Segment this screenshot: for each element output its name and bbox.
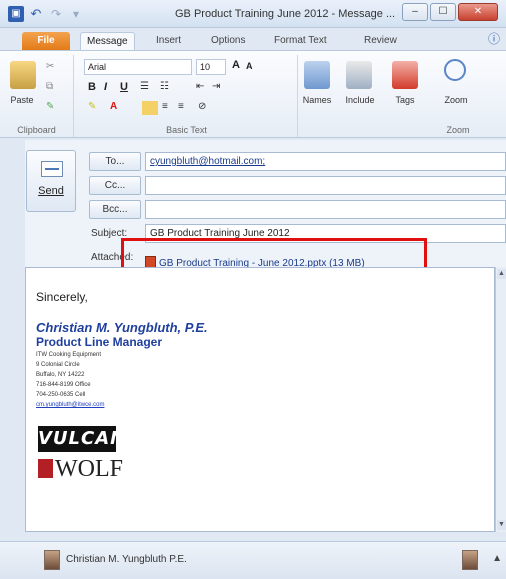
signature-address-2: Buffalo, NY 14222	[36, 372, 85, 378]
send-envelope-icon	[41, 161, 63, 177]
people-pane-name[interactable]: Christian M. Yungbluth P.E.	[66, 554, 187, 565]
paste-label[interactable]: Paste	[4, 95, 40, 105]
font-combo[interactable]: Arial	[84, 59, 192, 75]
outdent-icon[interactable]: ⇥	[212, 81, 220, 92]
avatar[interactable]	[44, 550, 60, 570]
signature-company: ITW Cooking Equipment	[36, 352, 102, 358]
numbering-icon[interactable]: ☷	[160, 81, 169, 92]
signature-name: Christian M. Yungbluth, P.E.	[36, 320, 208, 335]
tab-review[interactable]: Review	[358, 32, 403, 50]
signature-email-link[interactable]: cm.yungbluth@itwce.com	[36, 402, 104, 408]
avatar-right[interactable]	[462, 550, 478, 570]
signature-office-phone: 716-844-8199 Office	[36, 382, 91, 388]
ribbon-tabs: File Message Insert Options Format Text …	[0, 28, 506, 50]
bcc-field[interactable]	[145, 200, 506, 219]
vertical-scrollbar[interactable]: ▲ ▼	[495, 267, 506, 532]
tab-format-text[interactable]: Format Text	[268, 32, 333, 50]
cc-field[interactable]	[145, 176, 506, 195]
font-color-icon[interactable]: A	[110, 101, 117, 112]
minimize-button[interactable]: –	[402, 3, 428, 21]
clipboard-group-label: Clipboard	[17, 125, 56, 135]
align-right-icon[interactable]: ≡	[178, 101, 184, 112]
scroll-down-arrow-icon[interactable]: ▼	[497, 520, 506, 530]
wolf-logo-text: WOLF	[55, 456, 123, 482]
include-icon[interactable]	[346, 61, 372, 89]
help-icon[interactable]: ⓘ	[488, 30, 500, 47]
align-left-icon[interactable]	[142, 101, 158, 115]
tags-button[interactable]: Tags	[388, 95, 422, 105]
send-label: Send	[38, 185, 64, 197]
tags-flag-icon[interactable]	[392, 61, 418, 89]
maximize-button[interactable]: ☐	[430, 3, 456, 21]
window-controls: – ☐ ✕	[402, 3, 498, 21]
bcc-button[interactable]: Bcc...	[89, 200, 141, 219]
names-button[interactable]: Names	[300, 95, 334, 105]
to-field[interactable]: cyungbluth@hotmail.com;	[145, 152, 506, 171]
tab-file[interactable]: File	[22, 32, 70, 50]
cc-button[interactable]: Cc...	[89, 176, 141, 195]
grow-font-button[interactable]: A	[232, 59, 240, 71]
indent-icon[interactable]: ⇤	[196, 81, 204, 92]
align-center-icon[interactable]: ≡	[162, 101, 168, 112]
paste-icon[interactable]	[10, 61, 36, 89]
cut-icon[interactable]: ✂	[46, 61, 54, 72]
vulcan-logo: VULCAN	[38, 426, 125, 452]
people-pane: Christian M. Yungbluth P.E. ▲	[0, 541, 506, 579]
italic-button[interactable]: I	[104, 81, 107, 93]
greeting-text: Sincerely,	[36, 290, 88, 304]
bullets-icon[interactable]: ☰	[140, 81, 149, 92]
signature-cell-phone: 704-250-0635 Cell	[36, 392, 86, 398]
quick-access-toolbar: ▣ ↶ ↷ ▾	[8, 6, 84, 22]
signature-address-1: 9 Colonial Circle	[36, 362, 80, 368]
signature-title: Product Line Manager	[36, 335, 163, 349]
font-size-combo[interactable]: 10	[196, 59, 226, 75]
names-include-tags-group: Names Include Tags	[300, 55, 434, 137]
save-icon[interactable]: ▣	[8, 6, 24, 22]
bold-button[interactable]: B	[88, 81, 96, 93]
include-button[interactable]: Include	[340, 95, 380, 105]
message-body[interactable]: Sincerely, Christian M. Yungbluth, P.E. …	[25, 267, 495, 532]
send-button[interactable]: Send	[26, 150, 76, 212]
tab-options[interactable]: Options	[205, 32, 251, 50]
wolf-mark-icon	[38, 459, 53, 478]
scroll-up-arrow-icon[interactable]: ▲	[497, 269, 506, 279]
underline-button[interactable]: U	[120, 81, 128, 93]
shrink-font-button[interactable]: A	[246, 61, 253, 71]
tab-message[interactable]: Message	[80, 32, 135, 50]
close-button[interactable]: ✕	[458, 3, 498, 21]
redo-icon[interactable]: ↷	[48, 6, 64, 22]
people-pane-toggle-icon[interactable]: ▲	[492, 553, 502, 564]
window-title: GB Product Training June 2012 - Message …	[175, 8, 396, 20]
zoom-magnifier-icon[interactable]	[444, 59, 466, 81]
clear-formatting-icon[interactable]: ⊘	[198, 101, 206, 112]
to-button[interactable]: To...	[89, 152, 141, 171]
undo-icon[interactable]: ↶	[28, 6, 44, 22]
customize-qat-icon[interactable]: ▾	[68, 6, 84, 22]
zoom-button[interactable]: Zoom	[438, 95, 474, 105]
copy-icon[interactable]: ⧉	[46, 81, 53, 92]
wolf-logo: WOLF	[38, 456, 123, 483]
tab-insert[interactable]: Insert	[150, 32, 187, 50]
ribbon: Paste ✂ ⧉ ✎ Clipboard Arial 10 A A B I U…	[0, 50, 506, 138]
highlight-icon[interactable]: ✎	[88, 101, 96, 112]
clipboard-group: Paste ✂ ⧉ ✎ Clipboard	[0, 55, 74, 137]
basic-text-group: Arial 10 A A B I U ☰ ☷ ⇤ ⇥ ✎ A ≡ ≡ ⊘ Bas…	[76, 55, 298, 137]
basic-text-group-label: Basic Text	[166, 125, 207, 135]
names-icon[interactable]	[304, 61, 330, 89]
zoom-group-label: Zoom	[446, 125, 470, 135]
title-bar: ▣ ↶ ↷ ▾ GB Product Training June 2012 - …	[0, 0, 506, 28]
format-painter-icon[interactable]: ✎	[46, 101, 54, 112]
zoom-group: Zoom Zoom	[434, 55, 482, 137]
